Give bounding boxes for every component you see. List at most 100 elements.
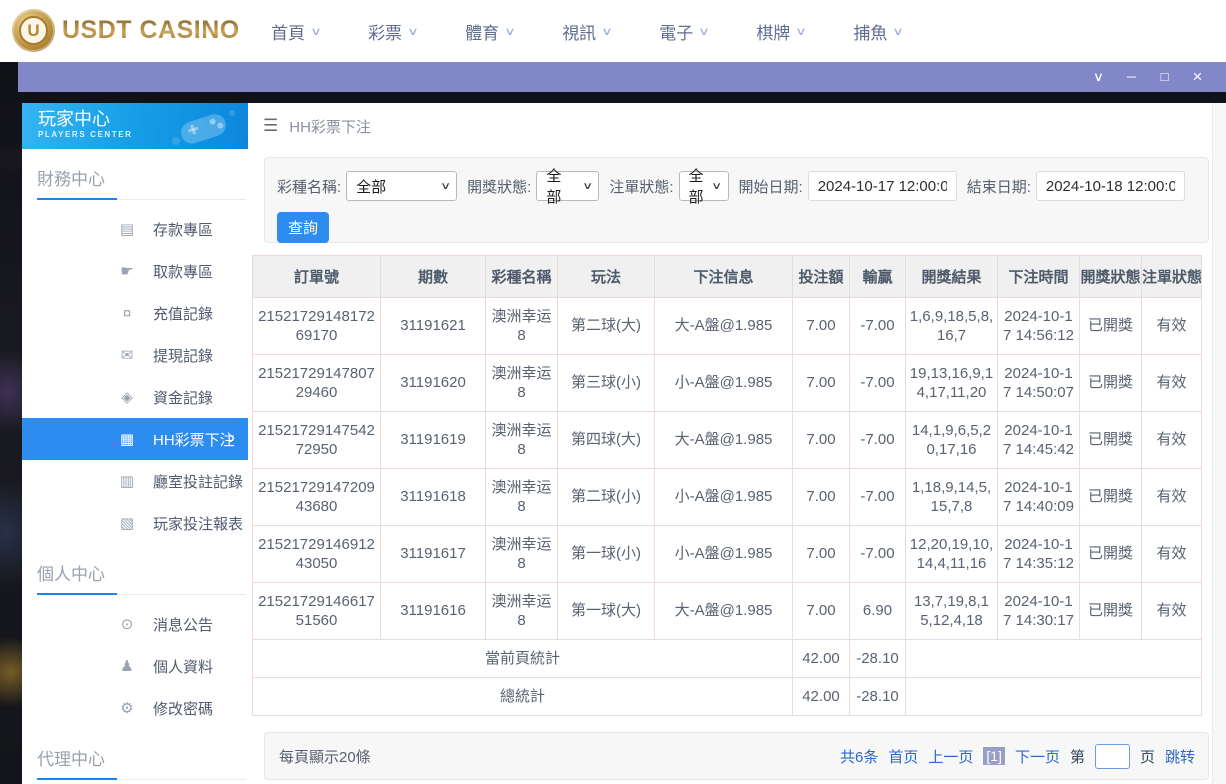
window-maximize-icon[interactable]: □: [1148, 62, 1181, 92]
cell-play-type: 第三球(小): [558, 355, 655, 412]
page-jump-input[interactable]: [1095, 744, 1130, 769]
hamburger-menu-icon[interactable]: ☰: [263, 116, 278, 136]
lottery-name-select[interactable]: 全部 ∨: [346, 171, 457, 201]
cell-lottery-name: 澳洲幸运8: [486, 355, 558, 412]
pagination-bar: 每頁顯示20條 共6条 首页 上一页 [1] 下一页 第 页 跳转: [264, 732, 1209, 780]
nav-item-lottery[interactable]: 彩票 ∨: [368, 19, 417, 44]
table-header-cell: 訂單號: [253, 256, 381, 298]
sidebar-item-withdraw-records[interactable]: ✉ 提現記錄 ›: [22, 334, 248, 376]
cell-bet-info: 小-A盤@1.985: [655, 469, 793, 526]
table-body: 2152172914817269170 31191621 澳洲幸运8 第二球(大…: [253, 298, 1202, 640]
cell-win-loss: -7.00: [850, 298, 906, 355]
nav-item-live-video[interactable]: 視訊 ∨: [562, 19, 611, 44]
chevron-right-icon: ›: [229, 428, 235, 449]
cell-period: 31191618: [381, 469, 486, 526]
coin-logo-icon: U: [12, 9, 55, 52]
sidebar-item-funds-records[interactable]: ◈ 資金記錄 ›: [22, 376, 248, 418]
site-header: U USDT CASINO 首頁 ∨ 彩票 ∨ 體育 ∨: [0, 0, 1226, 62]
site-logo[interactable]: U USDT CASINO: [12, 9, 240, 52]
page-title: HH彩票下注: [289, 116, 371, 137]
start-date-input[interactable]: [808, 171, 957, 201]
next-page-link[interactable]: 下一页: [1015, 746, 1060, 767]
lottery-name-label: 彩種名稱:: [277, 176, 341, 197]
section-divider: [37, 779, 246, 780]
first-page-link[interactable]: 首页: [888, 746, 918, 767]
cell-bet-time: 2024-10-17 14:30:17: [998, 583, 1080, 640]
query-button[interactable]: 查詢: [277, 212, 329, 243]
sidebar-item-recharge-records[interactable]: ¤ 充值記錄 ›: [22, 292, 248, 334]
section-label: 財務中心: [37, 165, 248, 190]
summary-win-loss: -28.10: [850, 678, 906, 716]
table-row: 2152172914720943680 31191618 澳洲幸运8 第二球(小…: [253, 469, 1202, 526]
nav-item-chess-cards[interactable]: 棋牌 ∨: [756, 19, 805, 44]
summary-win-loss: -28.10: [850, 640, 906, 678]
start-date-label: 開始日期:: [739, 176, 803, 197]
cell-bet-amount: 7.00: [793, 583, 850, 640]
jump-go-link[interactable]: 跳转: [1165, 746, 1195, 767]
sidebar-item-change-password[interactable]: ⚙ 修改密碼 ›: [22, 687, 248, 729]
sidebar-item-label: 存款專區: [153, 219, 213, 240]
prev-page-link[interactable]: 上一页: [928, 746, 973, 767]
cell-period: 31191617: [381, 526, 486, 583]
cell-bet-time: 2024-10-17 14:45:42: [998, 412, 1080, 469]
window-collapse-icon[interactable]: ∨: [1079, 62, 1119, 92]
cell-order-no: 2152172914691243050: [253, 526, 381, 583]
window-close-icon[interactable]: ×: [1181, 62, 1214, 92]
table-header-cell: 輸贏: [850, 256, 906, 298]
sidebar-item-label: 提現記錄: [153, 345, 213, 366]
section-divider: [37, 199, 246, 200]
window-minimize-icon[interactable]: ─: [1115, 62, 1148, 92]
table-header-cell: 彩種名稱: [486, 256, 558, 298]
cell-order-no: 2152172914661751560: [253, 583, 381, 640]
sidebar-item-withdraw-area[interactable]: ☛ 取款專區 ›: [22, 250, 248, 292]
nav-item-slots[interactable]: 電子 ∨: [659, 19, 708, 44]
pagination-controls: 共6条 首页 上一页 [1] 下一页 第 页 跳转: [840, 744, 1195, 769]
table-header-row: 訂單號 期數 彩種名稱 玩法 下注信息 投注額 輸贏: [253, 256, 1202, 298]
deposit-card-icon: ▤: [118, 220, 136, 238]
cell-period: 31191616: [381, 583, 486, 640]
nav-item-sports[interactable]: 體育 ∨: [465, 19, 514, 44]
nav-item-home[interactable]: 首頁 ∨: [271, 19, 320, 44]
select-value: 全部: [689, 165, 706, 207]
main-nav: 首頁 ∨ 彩票 ∨ 體育 ∨ 視訊 ∨: [271, 0, 902, 62]
nav-item-fishing[interactable]: 捕魚 ∨: [853, 19, 902, 44]
cell-play-type: 第一球(小): [558, 526, 655, 583]
gamepad-icon: [166, 107, 240, 147]
cell-bet-time: 2024-10-17 14:50:07: [998, 355, 1080, 412]
cell-bet-time: 2024-10-17 14:40:09: [998, 469, 1080, 526]
sidebar-item-room-bet-records[interactable]: ▥ 廳室投註記錄 ›: [22, 460, 248, 502]
nav-item-label: 電子: [659, 19, 693, 44]
cell-win-loss: 6.90: [850, 583, 906, 640]
table-header-cell: 開獎狀態: [1080, 256, 1142, 298]
cell-win-loss: -7.00: [850, 355, 906, 412]
sidebar-item-deposit-area[interactable]: ▤ 存款專區 ›: [22, 208, 248, 250]
cell-draw-result: 14,1,9,6,5,20,17,16: [906, 412, 998, 469]
cell-win-loss: -7.00: [850, 526, 906, 583]
end-date-input[interactable]: [1036, 171, 1185, 201]
main-content: ☰ HH彩票下注 彩種名稱: 全部 ∨ 開獎狀態: 全部 ∨ 注單狀態: 全部 …: [248, 103, 1226, 784]
end-date-label: 結束日期:: [967, 176, 1031, 197]
current-page-badge[interactable]: [1]: [983, 747, 1005, 765]
cell-bet-amount: 7.00: [793, 298, 850, 355]
draw-status-label: 開獎狀態:: [467, 176, 531, 197]
filter-row: 彩種名稱: 全部 ∨ 開獎狀態: 全部 ∨ 注單狀態: 全部 ∨ 開始日期: 結…: [265, 158, 1208, 201]
sidebar-item-player-bet-report[interactable]: ▧ 玩家投注報表 ›: [22, 502, 248, 544]
cell-period: 31191620: [381, 355, 486, 412]
draw-status-select[interactable]: 全部 ∨: [536, 171, 599, 201]
cell-bet-time: 2024-10-17 14:56:12: [998, 298, 1080, 355]
sidebar-item-announcements[interactable]: ⊙ 消息公告 ›: [22, 603, 248, 645]
sidebar-section-agent: 代理中心 ▯ 代理規則說明 ›: [22, 745, 248, 784]
cell-lottery-name: 澳洲幸运8: [486, 469, 558, 526]
order-status-select[interactable]: 全部 ∨: [679, 171, 729, 201]
sidebar-item-profile[interactable]: ♟ 個人資料 ›: [22, 645, 248, 687]
sidebar-item-label: 廳室投註記錄: [153, 471, 243, 492]
cell-order-no: 2152172914720943680: [253, 469, 381, 526]
sidebar-item-hh-lottery-bets[interactable]: ▦ HH彩票下注 ›: [22, 418, 248, 460]
table-header-cell: 開獎結果: [906, 256, 998, 298]
scrollbar[interactable]: [1212, 103, 1226, 784]
withdraw-hand-icon: ☛: [118, 262, 136, 280]
sidebar-items-finance: ▤ 存款專區 › ☛ 取款專區 › ¤ 充值記錄 ›: [22, 208, 248, 544]
cell-order-status: 有效: [1142, 355, 1202, 412]
cell-order-no: 2152172914754272950: [253, 412, 381, 469]
nav-item-label: 體育: [465, 19, 499, 44]
